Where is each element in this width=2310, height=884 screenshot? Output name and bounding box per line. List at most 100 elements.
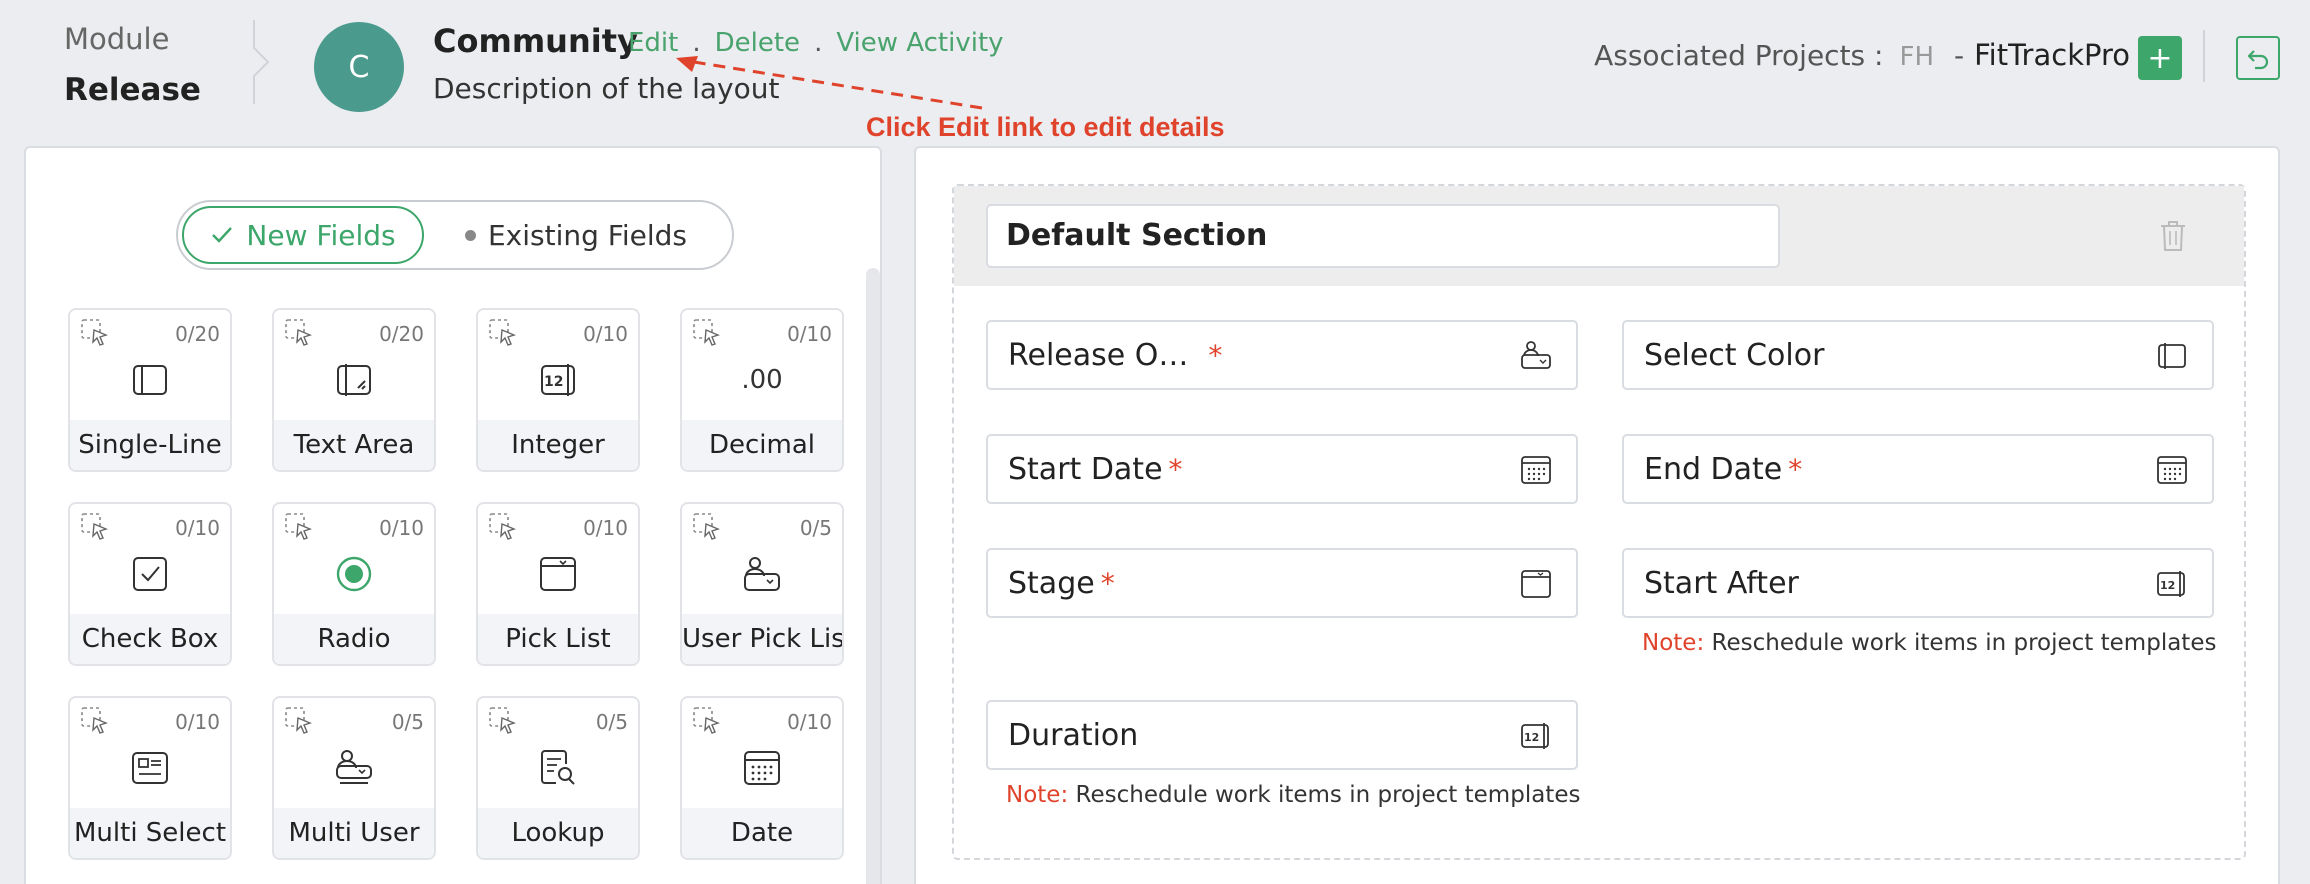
field-label: Select Color: [1644, 337, 1825, 373]
drag-select-icon: [693, 319, 720, 346]
field-card-date[interactable]: 0/10 Date: [680, 696, 844, 860]
field-card-radio[interactable]: 0/10 Radio: [272, 502, 436, 666]
callout-arrow-icon: [676, 56, 983, 110]
field-label: Start Date: [1008, 451, 1163, 487]
required-mark: *: [1168, 452, 1183, 486]
delete-link[interactable]: Delete: [715, 28, 800, 58]
field-count: 0/10: [379, 516, 424, 540]
required-mark: *: [1208, 338, 1223, 372]
integer-icon: 12: [541, 364, 575, 396]
field-card-grid: 0/20 Single-Line 0/20 Text Area 0/10 12 …: [68, 308, 844, 860]
field-duration[interactable]: Duration 12: [986, 700, 1578, 770]
field-label: Stage: [1008, 565, 1095, 601]
required-mark: *: [1100, 566, 1115, 600]
drag-select-icon: [81, 319, 108, 346]
palette-scrollbar[interactable]: [866, 268, 880, 884]
multi-select-icon: [132, 752, 168, 784]
field-card-label: User Pick List: [682, 614, 842, 664]
module-value: Release: [64, 72, 201, 108]
checkbox-icon: [133, 557, 167, 591]
field-card-multi-select[interactable]: 0/10 Multi Select: [68, 696, 232, 860]
existing-fields-label: Existing Fields: [487, 218, 688, 252]
required-mark: *: [1788, 452, 1803, 486]
field-count: 0/10: [175, 516, 220, 540]
existing-fields-tab[interactable]: Existing Fields: [424, 206, 728, 264]
add-project-button[interactable]: +: [2138, 36, 2182, 80]
pick-list-icon: [1521, 570, 1551, 598]
field-card-check-box[interactable]: 0/10 Check Box: [68, 502, 232, 666]
user-pick-list-icon: [744, 557, 780, 591]
text-area-icon: [337, 364, 371, 396]
section-name-input[interactable]: Default Section: [986, 204, 1780, 268]
field-card-text-area[interactable]: 0/20 Text Area: [272, 308, 436, 472]
view-activity-link[interactable]: View Activity: [836, 28, 1003, 58]
link-separator: .: [692, 28, 701, 58]
back-button[interactable]: [2236, 36, 2280, 80]
field-card-integer[interactable]: 0/10 12 Integer: [476, 308, 640, 472]
project-abbr: FH: [1899, 42, 1934, 72]
field-select-color[interactable]: Select Color: [1622, 320, 2214, 390]
single-line-icon: [133, 365, 167, 395]
project-dash: -: [1954, 39, 1965, 72]
drag-select-icon: [81, 513, 108, 540]
drag-select-icon: [489, 319, 516, 346]
start-after-note: Note: Reschedule work items in project t…: [1642, 630, 2216, 656]
field-card-multi-user[interactable]: 0/5 Multi User: [272, 696, 436, 860]
field-card-lookup[interactable]: 0/5 Lookup: [476, 696, 640, 860]
header-divider: [2203, 30, 2205, 82]
field-label: End Date: [1644, 451, 1783, 487]
field-stage[interactable]: Stage *: [986, 548, 1578, 618]
field-count: 0/5: [391, 710, 424, 734]
project-name[interactable]: FitTrackPro: [1974, 38, 2130, 72]
calendar-icon: [2157, 456, 2187, 484]
field-card-label: Lookup: [478, 808, 638, 858]
date-icon: [744, 751, 780, 785]
field-card-label: Integer: [478, 420, 638, 470]
field-card-user-pick-list[interactable]: 0/5 User Pick List: [680, 502, 844, 666]
note-label: Note:: [1006, 782, 1069, 808]
breadcrumb-chevron-icon: [253, 20, 270, 104]
bullet-icon: [464, 229, 476, 241]
field-label: Start After: [1644, 565, 1799, 601]
field-end-date[interactable]: End Date *: [1622, 434, 2214, 504]
field-release-owner[interactable]: Release O… *: [986, 320, 1578, 390]
module-label: Module: [64, 22, 170, 56]
field-count: 0/10: [175, 710, 220, 734]
field-count: 0/20: [175, 322, 220, 346]
svg-text:12: 12: [544, 374, 563, 390]
link-separator: .: [814, 28, 823, 58]
field-type-toggle: New Fields Existing Fields: [176, 200, 734, 270]
field-card-label: Pick List: [478, 614, 638, 664]
field-palette: New Fields Existing Fields 0/20 Single-L…: [24, 146, 882, 884]
layout-canvas: Default Section Release O… * Select Colo…: [914, 146, 2280, 884]
new-fields-label: New Fields: [246, 218, 396, 252]
associated-projects-label: Associated Projects :: [1594, 39, 1884, 72]
field-card-label: Radio: [274, 614, 434, 664]
field-card-single-line[interactable]: 0/20 Single-Line: [68, 308, 232, 472]
module-info: Module Release: [64, 22, 201, 108]
duration-note: Note: Reschedule work items in project t…: [1006, 782, 1580, 808]
note-text: Reschedule work items in project templat…: [1075, 782, 1581, 808]
edit-callout: Click Edit link to edit details: [866, 112, 1225, 142]
field-count: 0/10: [583, 516, 628, 540]
section-header: Default Section: [954, 186, 2244, 286]
field-label: Release O…: [1008, 337, 1189, 373]
new-fields-tab[interactable]: New Fields: [182, 206, 424, 264]
radio-icon: [336, 556, 372, 592]
layout-avatar: C: [314, 22, 404, 112]
note-label: Note:: [1642, 630, 1705, 656]
edit-link[interactable]: Edit: [628, 28, 678, 58]
note-text: Reschedule work items in project templat…: [1711, 630, 2217, 656]
integer-icon: 12: [1521, 723, 1549, 749]
field-card-decimal[interactable]: 0/10 .00 Decimal: [680, 308, 844, 472]
field-card-label: Multi Select: [70, 808, 230, 858]
calendar-icon: [1521, 456, 1551, 484]
multi-user-icon: [336, 750, 372, 784]
field-card-label: Date: [682, 808, 842, 858]
field-card-pick-list[interactable]: 0/10 Pick List: [476, 502, 640, 666]
decimal-icon: .00: [741, 365, 783, 395]
integer-icon: 12: [2157, 571, 2185, 597]
trash-icon[interactable]: [2158, 220, 2188, 252]
field-start-after[interactable]: Start After 12: [1622, 548, 2214, 618]
field-start-date[interactable]: Start Date *: [986, 434, 1578, 504]
